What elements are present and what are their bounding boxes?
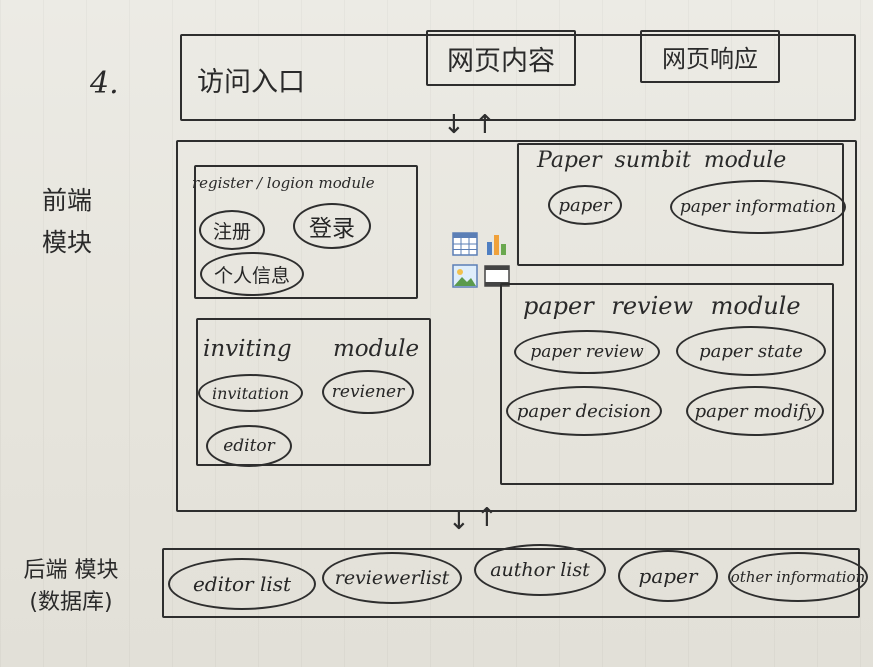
inviting-module-title: inviting module [203,336,420,362]
arrow-up-top: ↑ [474,110,496,140]
register-item-signup: 注册 [199,210,265,250]
inviting-item-invitation: invitation [198,374,303,412]
image-icon [452,264,478,288]
register-module-title: register / logion module [192,174,375,192]
review-item-paper-review: paper review [514,330,660,374]
arrow-up-bottom: ↑ [476,503,498,533]
backend-item-paper: paper [618,550,718,602]
web-content-box: 网页内容 [426,30,576,86]
inviting-item-reviewer: reviener [322,370,414,414]
step-number: 4. [90,66,119,101]
web-response-box: 网页响应 [640,30,780,83]
submit-module-title: Paper sumbit module [537,148,787,173]
arrow-down-bottom: ↓ [448,506,470,536]
table-icon [452,232,478,256]
backend-side-label: 后端 模块 (数据库) [23,558,119,615]
access-entry-label: 访问入口 [197,67,305,98]
review-item-paper-state: paper state [676,326,826,376]
web-response-label: 网页响应 [662,45,758,73]
review-module-title: paper review module [523,292,801,320]
submit-item-paper: paper [548,185,622,225]
inviting-item-editor: editor [206,425,292,467]
register-item-profile: 个人信息 [200,252,304,296]
register-item-login: 登录 [293,203,371,249]
bar-chart-icon [487,235,506,255]
backend-item-author-list: author list [474,544,606,596]
frontend-side-label: 前端 模块 [42,186,93,257]
review-item-paper-modify: paper modify [686,386,824,436]
submit-item-paper-info: paper information [670,180,846,234]
backend-item-other-info: other information [728,552,868,602]
arrow-down-top: ↓ [443,110,465,140]
web-content-label: 网页内容 [447,45,555,77]
backend-item-reviewer-list: reviewerlist [322,552,462,604]
review-item-paper-decision: paper decision [506,386,662,436]
backend-item-editor-list: editor list [168,558,316,610]
